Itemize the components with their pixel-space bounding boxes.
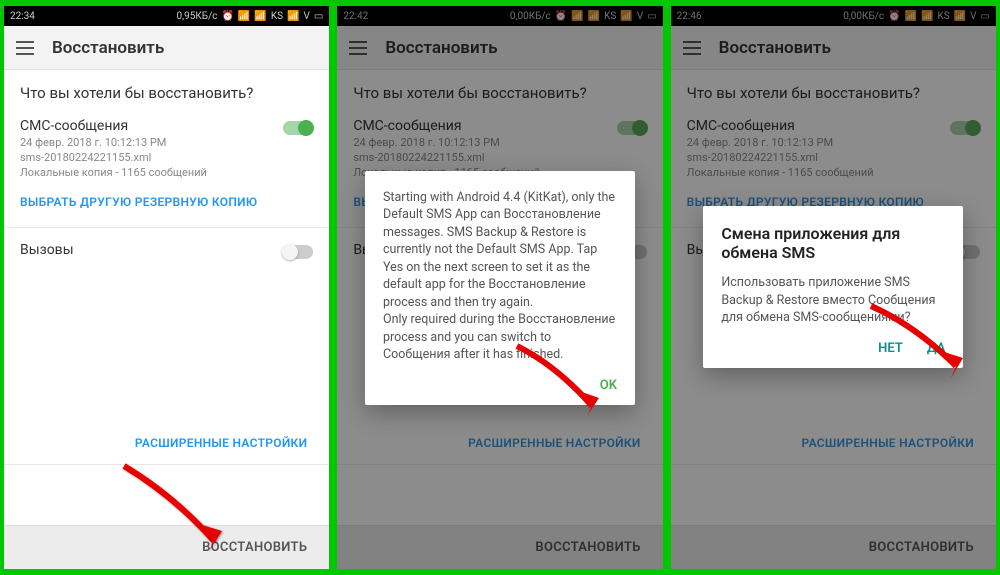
menu-icon[interactable] — [16, 41, 34, 55]
sms-row[interactable]: СМС-сообщения 24 февр. 2018 г. 10:12:13 … — [4, 112, 329, 183]
dialog-ok-button[interactable]: OK — [600, 378, 617, 393]
battery-icon: ▭ — [314, 11, 323, 22]
status-time: 22:34 — [10, 11, 35, 22]
dialog-title: Смена приложения для обмена SMS — [721, 224, 945, 262]
status-carrier: KS — [937, 11, 949, 22]
sms-info: Локальные копия - 1165 сообщений — [20, 166, 207, 179]
signal-icon-2: 📶 — [287, 11, 299, 22]
menu-icon[interactable] — [683, 41, 701, 55]
alarm-icon: ⏰ — [221, 11, 233, 22]
page-heading: Что вы хотели бы восстановить? — [4, 70, 329, 112]
restore-button[interactable]: ВОССТАНОВИТЬ — [869, 540, 974, 555]
sms-title: СМС-сообщения — [687, 118, 874, 134]
wifi-icon: 📶 — [905, 11, 917, 22]
sms-title: СМС-сообщения — [20, 118, 207, 134]
restore-button[interactable]: ВОССТАНОВИТЬ — [202, 540, 307, 555]
battery-icon: ▭ — [647, 11, 656, 22]
divider — [671, 464, 996, 465]
dialog-body: Starting with Android 4.4 (KitKat), only… — [383, 189, 617, 364]
battery-icon: ▭ — [981, 11, 990, 22]
toolbar: Восстановить — [671, 26, 996, 70]
status-time: 22:46 — [677, 11, 702, 22]
dialog-body: Использовать приложение SMS Backup & Res… — [721, 274, 945, 327]
bottom-bar: ВОССТАНОВИТЬ — [4, 525, 329, 569]
signal-icon: 📶 — [588, 11, 600, 22]
calls-title: Вызовы — [20, 242, 74, 258]
signal-icon-2: 📶 — [954, 11, 966, 22]
menu-icon[interactable] — [349, 41, 367, 55]
vibrate-icon: V — [637, 11, 643, 22]
calls-toggle[interactable] — [283, 245, 313, 259]
alarm-icon: ⏰ — [888, 11, 900, 22]
restore-button[interactable]: ВОССТАНОВИТЬ — [535, 540, 640, 555]
dialog-yes-button[interactable]: ДА — [927, 341, 946, 356]
divider — [337, 464, 662, 465]
default-sms-dialog: Starting with Android 4.4 (KitKat), only… — [365, 171, 635, 405]
toolbar: Восстановить — [337, 26, 662, 70]
sms-file: sms-20180224221155.xml — [353, 151, 540, 164]
change-sms-app-dialog: Смена приложения для обмена SMS Использо… — [703, 206, 963, 368]
dialog-overlay: Starting with Android 4.4 (KitKat), only… — [337, 6, 662, 569]
advanced-settings-button[interactable]: РАСШИРЕННЫЕ НАСТРОЙКИ — [4, 426, 329, 460]
advanced-settings-button[interactable]: РАСШИРЕННЫЕ НАСТРОЙКИ — [671, 426, 996, 460]
status-speed: 0,00КБ/с — [843, 11, 884, 22]
signal-icon-2: 📶 — [620, 11, 632, 22]
status-carrier: KS — [604, 11, 616, 22]
toolbar-title: Восстановить — [719, 38, 831, 58]
sms-title: СМС-сообщения — [353, 118, 540, 134]
dialog-overlay: Смена приложения для обмена SMS Использо… — [671, 6, 996, 569]
sms-toggle[interactable] — [950, 121, 980, 135]
toolbar-title: Восстановить — [385, 38, 497, 58]
page-heading: Что вы хотели бы восстановить? — [671, 70, 996, 112]
status-time: 22:42 — [343, 11, 368, 22]
sms-info: Локальные копия - 1165 сообщений — [687, 166, 874, 179]
signal-icon: 📶 — [921, 11, 933, 22]
screen-1: 22:34 0,95КБ/с ⏰ 📶 📶 KS 📶 V ▭ Восстанови… — [4, 6, 329, 569]
status-bar: 22:42 0,00КБ/с ⏰ 📶 📶 KS 📶 V ▭ — [337, 6, 662, 26]
sms-toggle[interactable] — [617, 121, 647, 135]
screen-3: 22:46 0,00КБ/с ⏰ 📶 📶 KS 📶 V ▭ Восстанови… — [671, 6, 996, 569]
sms-row[interactable]: СМС-сообщения 24 февр. 2018 г. 10:12:13 … — [671, 112, 996, 183]
sms-date: 24 февр. 2018 г. 10:12:13 PM — [20, 136, 207, 149]
sms-date: 24 февр. 2018 г. 10:12:13 PM — [687, 136, 874, 149]
sms-date: 24 февр. 2018 г. 10:12:13 PM — [353, 136, 540, 149]
status-speed: 0,95КБ/с — [177, 11, 218, 22]
status-bar: 22:46 0,00КБ/с ⏰ 📶 📶 KS 📶 V ▭ — [671, 6, 996, 26]
page-heading: Что вы хотели бы восстановить? — [337, 70, 662, 112]
dialog-no-button[interactable]: НЕТ — [878, 341, 903, 356]
wifi-icon: 📶 — [238, 11, 250, 22]
advanced-settings-button[interactable]: РАСШИРЕННЫЕ НАСТРОЙКИ — [337, 426, 662, 460]
sms-file: sms-20180224221155.xml — [687, 151, 874, 164]
status-speed: 0,00КБ/с — [510, 11, 551, 22]
sms-toggle[interactable] — [283, 121, 313, 135]
bottom-bar: ВОССТАНОВИТЬ — [337, 525, 662, 569]
screen-2: 22:42 0,00КБ/с ⏰ 📶 📶 KS 📶 V ▭ Восстанови… — [337, 6, 662, 569]
status-carrier: KS — [271, 11, 283, 22]
bottom-bar: ВОССТАНОВИТЬ — [671, 525, 996, 569]
vibrate-icon: V — [970, 11, 976, 22]
status-bar: 22:34 0,95КБ/с ⏰ 📶 📶 KS 📶 V ▭ — [4, 6, 329, 26]
alarm-icon: ⏰ — [555, 11, 567, 22]
signal-icon: 📶 — [254, 11, 266, 22]
sms-file: sms-20180224221155.xml — [20, 151, 207, 164]
calls-row[interactable]: Вызовы — [4, 228, 329, 262]
choose-other-backup-button[interactable]: ВЫБРАТЬ ДРУГУЮ РЕЗЕРВНУЮ КОПИЮ — [4, 183, 329, 223]
toolbar-title: Восстановить — [52, 38, 164, 58]
wifi-icon: 📶 — [571, 11, 583, 22]
vibrate-icon: V — [304, 11, 310, 22]
toolbar: Восстановить — [4, 26, 329, 70]
